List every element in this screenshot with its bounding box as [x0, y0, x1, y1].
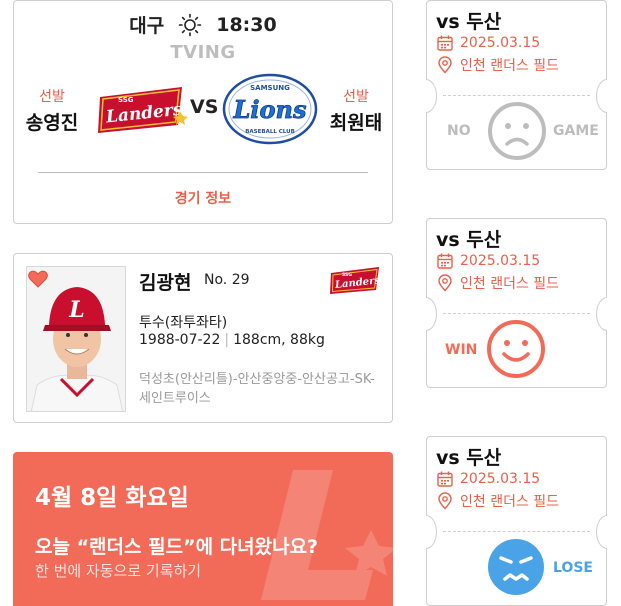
match-info-link[interactable]: 경기 정보: [14, 188, 392, 208]
broadcaster-label: TVING: [170, 42, 236, 63]
ticket-date: 2025.03.15: [460, 471, 541, 487]
player-birth: 1988-07-22: [139, 332, 221, 348]
ticket-date-row: 2025.03.15: [436, 34, 540, 52]
home-pitcher-name: 송영진: [25, 112, 79, 134]
banner-question: 오늘 “랜더스 필드”에 다녀왔나요?: [35, 536, 319, 558]
ticket-place-row: 인천 랜더스 필드: [436, 273, 559, 293]
away-pitcher-name: 최원태: [329, 112, 383, 134]
location-pin-icon: [438, 492, 452, 510]
ticket-result-right: LOSE: [553, 560, 593, 576]
ticket-place: 인천 랜더스 필드: [460, 276, 560, 292]
sun-icon: [178, 13, 202, 36]
ticket-notch: [596, 297, 607, 331]
ticket-notch: [596, 515, 607, 549]
record-banner[interactable]: 4월 8일 화요일 오늘 “랜더스 필드”에 다녀왔나요? 한 번에 자동으로 …: [13, 452, 393, 606]
home-starter: 선발 송영진: [22, 86, 82, 135]
ticket-result-right: GAME: [553, 123, 599, 139]
player-card[interactable]: L 김광현 No. 29 SSG Landers 투수(좌투좌타) 1988-0…: [13, 253, 393, 423]
match-region: 대구: [129, 15, 165, 37]
banner-subtitle: 한 번에 자동으로 기록하기: [35, 562, 202, 580]
ticket-place-row: 인천 랜더스 필드: [436, 491, 559, 511]
divider: [38, 172, 368, 173]
ticket-opponent: vs 두산: [436, 11, 502, 33]
angry-face-icon: [488, 539, 544, 595]
player-birth-body: 1988-07-22 | 188cm, 88kg: [139, 332, 325, 348]
vs-label: VS: [190, 96, 219, 118]
lions-logo-sub: BASEBALL CLUB: [245, 129, 295, 135]
ticket-win[interactable]: vs 두산 2025.03.15 인천 랜더스 필드 WIN: [426, 218, 607, 388]
calendar-icon: [437, 35, 453, 51]
ticket-place: 인천 랜더스 필드: [460, 494, 560, 510]
lions-logo-small: SAMSUNG: [250, 84, 290, 92]
calendar-icon: [437, 471, 453, 487]
ticket-result-left: NO: [447, 123, 471, 139]
neutral-face-icon: [488, 102, 546, 160]
ticket-lose[interactable]: vs 두산 2025.03.15 인천 랜더스 필드 LOSE: [426, 436, 607, 606]
lions-logo-text: Lions: [233, 95, 307, 124]
ticket-opponent: vs 두산: [436, 229, 502, 251]
ticket-perforation: [443, 313, 590, 314]
ticket-date-row: 2025.03.15: [436, 470, 540, 488]
match-time: 18:30: [216, 13, 277, 36]
ticket-place: 인천 랜더스 필드: [460, 58, 560, 74]
team-logo-small: SSG: [342, 272, 352, 278]
ticket-opponent: vs 두산: [436, 447, 502, 469]
ticket-perforation: [443, 531, 590, 532]
team-logo: SSG Landers: [330, 267, 381, 294]
calendar-icon: [437, 253, 453, 269]
ticket-notch: [426, 79, 437, 113]
ticket-notch: [426, 515, 437, 549]
svg-text:L: L: [68, 297, 84, 323]
starter-tag: 선발: [343, 89, 369, 105]
heart-icon[interactable]: [28, 270, 48, 288]
lions-logo: SAMSUNG Lions BASEBALL CLUB: [222, 73, 318, 145]
landers-logo: SSG Landers: [98, 87, 188, 133]
match-card[interactable]: 대구 18:30 TVING 선발 송영진 SSG Landers VS SAM…: [13, 0, 393, 224]
ticket-date: 2025.03.15: [460, 35, 541, 51]
player-number: No. 29: [204, 272, 250, 288]
ticket-notch: [596, 79, 607, 113]
landers-logo-small: SSG: [118, 96, 134, 104]
player-name: 김광현: [139, 272, 192, 294]
player-position: 투수(좌투좌타): [139, 315, 228, 331]
ticket-date-row: 2025.03.15: [436, 252, 540, 270]
location-pin-icon: [438, 56, 452, 74]
banner-date: 4월 8일 화요일: [35, 485, 189, 511]
happy-face-icon: [487, 320, 545, 378]
starter-tag: 선발: [39, 89, 65, 105]
away-starter: 선발 최원태: [326, 86, 386, 135]
ticket-result-left: WIN: [445, 342, 478, 358]
ticket-notch: [426, 297, 437, 331]
player-body: 188cm, 88kg: [233, 332, 325, 348]
separator: |: [224, 332, 230, 348]
ticket-date: 2025.03.15: [460, 253, 541, 269]
ticket-place-row: 인천 랜더스 필드: [436, 55, 559, 75]
player-schools: 덕성초(안산리틀)-안산중앙중-안산공고-SK-세인트루이스: [139, 372, 375, 406]
match-header: 대구 18:30: [14, 11, 392, 38]
ticket-perforation: [443, 95, 590, 96]
location-pin-icon: [438, 274, 452, 292]
ticket-no-game[interactable]: vs 두산 2025.03.15 인천 랜더스 필드 NO GAME: [426, 0, 607, 170]
